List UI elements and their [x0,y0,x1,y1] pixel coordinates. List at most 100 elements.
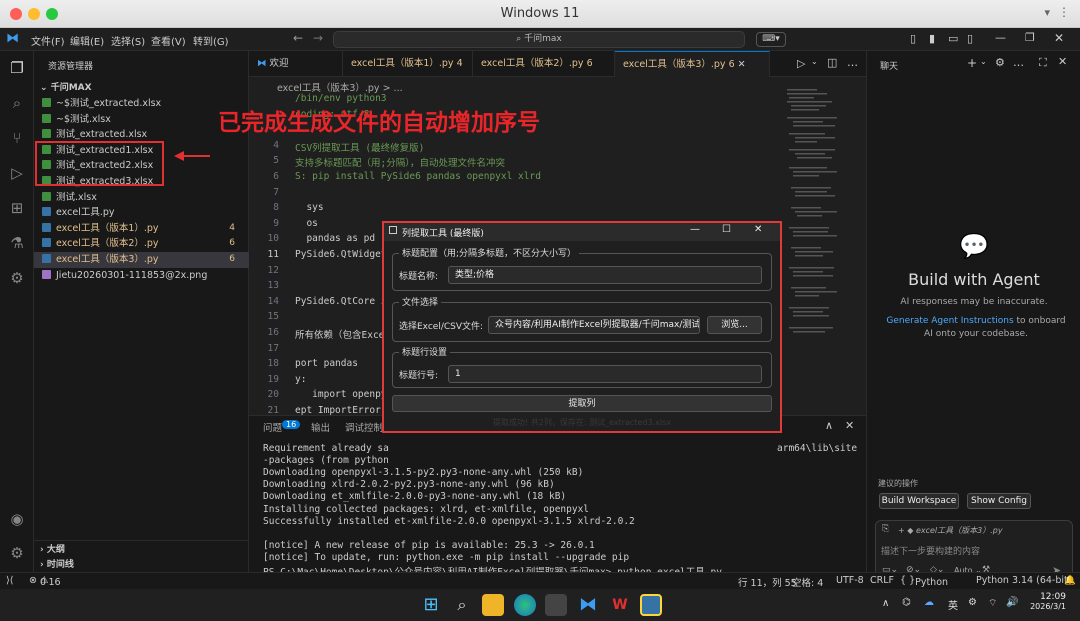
tab-version1[interactable]: excel工具（版本1）.py 4 [343,51,473,77]
show-config-button[interactable]: Show Config [967,493,1031,509]
wps-icon[interactable]: W [609,594,631,616]
chat-tab[interactable]: 聊天 [880,59,898,72]
ime-indicator[interactable]: 英 [948,597,958,612]
remote-icon[interactable]: ⟩⟨ [6,575,13,586]
chevron-up-icon[interactable]: ∧ [882,598,889,609]
dropdown-icon[interactable]: ▾ [1044,6,1050,19]
outline-section[interactable]: › 大纲 [40,542,65,555]
volume-icon[interactable]: 🔊 [1006,597,1018,608]
layout-icon[interactable]: ▯ [910,32,916,45]
menu-edit[interactable]: 编辑(E) [70,33,104,48]
breadcrumb[interactable]: excel工具（版本3）.py > ... [277,80,403,94]
source-control-icon[interactable]: ⑂ [6,127,28,149]
build-workspace-button[interactable]: Build Workspace [879,493,959,509]
tab-problems[interactable]: 问题 [263,420,282,434]
python-app-icon[interactable] [640,594,662,616]
minimap[interactable] [785,87,845,367]
encoding[interactable]: UTF-8 [836,575,864,586]
clock[interactable]: 12:09 2026/3/1 [1030,592,1066,611]
generate-instructions-link[interactable]: Generate Agent Instructions [886,316,1013,326]
browse-button[interactable]: 浏览... [707,316,762,334]
maximize-icon[interactable]: ☐ [722,224,731,235]
python-interpreter[interactable]: Python 3.14 (64-bit) [976,575,1071,586]
tab-output[interactable]: 输出 [311,420,330,434]
account-icon[interactable]: ◉ [6,508,28,530]
toggle-panel-icon[interactable]: ▭ [948,32,958,45]
wifi-icon[interactable]: ⌔ [988,597,997,610]
menu-view[interactable]: 查看(V) [151,33,186,48]
more-actions-icon[interactable]: … [847,56,858,69]
run-icon[interactable]: ▷ [797,57,805,70]
forward-arrow-icon[interactable]: → [313,31,323,45]
context-file-chip[interactable]: + ◆ excel工具（版本3）.py [898,525,1003,536]
testing-icon[interactable]: ⚗ [6,232,28,254]
language-mode[interactable]: { } Python [900,575,948,588]
ime-settings-icon[interactable]: ⚙ [968,597,977,608]
tab-version3[interactable]: excel工具（版本3）.py 6 ✕ [615,51,770,77]
tab-version2[interactable]: excel工具（版本2）.py 6 [473,51,615,77]
store-icon[interactable] [545,594,567,616]
run-debug-icon[interactable]: ▷ [6,162,28,184]
more-icon[interactable]: ⋮ [1058,5,1070,19]
chevron-down-icon[interactable]: ⌄ [980,57,987,66]
file-item[interactable]: excel工具（版本1）.py 4 [34,221,249,237]
folder-root[interactable]: ⌄ 千问MAX [40,80,92,93]
settings-gear-icon[interactable]: ⚙ [6,542,28,564]
timeline-section[interactable]: › 时间线 [40,557,74,570]
file-item[interactable]: ~$测试_extracted.xlsx [34,96,249,112]
header-row-input[interactable]: 1 [448,365,762,383]
file-path-input[interactable]: 众号内容/利用AI制作Excel列提取器/千问max/测试.xlsx [488,316,700,334]
python-icon[interactable]: ⚙ [6,267,28,289]
maximize-panel-icon[interactable]: ∧ [825,419,833,432]
command-center[interactable]: ⌕ 千问max [333,31,745,48]
search-icon[interactable]: ⌕ [6,92,28,114]
problems-status[interactable]: ⊗ 0 ⚠ 16 [29,575,61,588]
extract-button[interactable]: 提取列 [392,395,772,412]
close-icon[interactable]: ✕ [1054,31,1064,45]
notifications-icon[interactable]: 🔔 [1064,575,1076,586]
minimize-icon[interactable]: — [690,224,700,235]
extensions-icon[interactable]: ⊞ [6,197,28,219]
chevron-down-icon[interactable]: ⌄ [811,57,818,66]
close-icon[interactable]: ✕ [754,224,762,235]
gear-icon[interactable]: ⚙ [995,56,1005,69]
cursor-position[interactable]: 行 11，列 55 [738,575,797,589]
file-explorer-icon[interactable] [482,594,504,616]
new-chat-icon[interactable]: + [967,56,977,70]
file-item[interactable]: excel工具.py [34,205,249,221]
vscode-icon[interactable]: ⧓ [577,594,599,616]
menu-selection[interactable]: 选择(S) [111,33,145,48]
code-line: PySide6.QtWidgets [295,249,393,260]
tab-welcome[interactable]: ⧓ 欢迎 [249,51,343,77]
indentation[interactable]: 空格: 4 [792,575,823,589]
onedrive-icon[interactable]: ☁ [924,597,934,608]
line-ending[interactable]: CRLF [870,575,894,586]
copilot-icon[interactable]: ⌨▾ [756,32,786,47]
more-icon[interactable]: … [1013,56,1024,69]
explorer-icon[interactable]: ❐ [6,57,28,79]
file-item[interactable]: ~$测试.xlsx [34,112,249,128]
maximize-icon[interactable]: ⛶ [1039,56,1047,70]
search-icon[interactable]: ⌕ [451,594,473,616]
network-icon[interactable]: ⌬ [902,597,911,608]
attach-icon[interactable]: ⎘ [882,524,889,534]
file-item[interactable]: excel工具（版本2）.py 6 [34,236,249,252]
start-icon[interactable]: ⊞ [420,594,442,616]
back-arrow-icon[interactable]: ← [293,31,303,45]
close-icon[interactable]: ✕ [738,59,746,70]
split-editor-icon[interactable]: ◫ [827,56,837,69]
chat-panel: 聊天 + ⌄ ⚙ … ⛶ ✕ 💬 Build with Agent AI res… [866,51,1080,589]
menu-file[interactable]: 文件(F) [31,33,65,48]
menu-go[interactable]: 转到(G) [193,33,229,48]
title-name-input[interactable]: 类型;价格 [448,266,762,284]
file-item[interactable]: Jietu20260301-111853@2x.png [34,268,249,284]
close-panel-icon[interactable]: ✕ [845,419,854,432]
edge-icon[interactable] [514,594,536,616]
minimize-icon[interactable]: — [995,31,1006,44]
restore-icon[interactable]: ❐ [1025,31,1035,44]
toggle-secondary-icon[interactable]: ▯ [967,32,973,45]
file-item[interactable]: 测试.xlsx [34,190,249,206]
toggle-sidebar-icon[interactable]: ▮ [929,32,935,45]
file-item[interactable]: excel工具（版本3）.py 6 [34,252,249,268]
close-icon[interactable]: ✕ [1058,55,1067,68]
